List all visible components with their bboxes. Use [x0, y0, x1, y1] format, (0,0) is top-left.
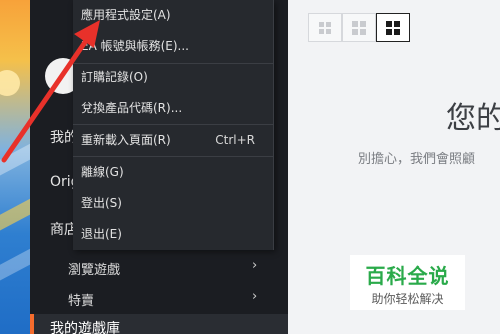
view-medium-grid-button[interactable]: [342, 13, 376, 42]
wallpaper-stripe: [0, 136, 30, 178]
page-title: 您的: [446, 101, 500, 136]
chevron-right-icon: ›: [252, 289, 258, 304]
view-small-grid-button[interactable]: [308, 13, 342, 42]
menu-item-reload-page[interactable]: 重新載入頁面(R) Ctrl+R: [81, 127, 269, 153]
menu-item-ea-account[interactable]: EA 帳號與帳務(E)...: [81, 33, 269, 59]
wallpaper-sun: [0, 70, 20, 96]
watermark-subtitle: 助你轻松解决: [371, 292, 444, 306]
large-grid-icon: [386, 21, 400, 35]
menu-item-label: 兌換產品代碼(R)...: [81, 101, 183, 115]
small-grid-icon: [318, 21, 332, 35]
sidebar-item-label: 我的遊戲庫: [50, 321, 120, 334]
wallpaper-stripe: [0, 191, 30, 233]
menu-item-label: 重新載入頁面(R): [81, 133, 171, 147]
chevron-right-icon: ›: [252, 258, 258, 273]
wallpaper-stripe: [0, 241, 30, 283]
menu-item-sign-out[interactable]: 登出(S): [81, 190, 269, 216]
watermark-title: 百科全说: [365, 264, 450, 288]
menu-separator: [73, 156, 274, 157]
menu-shortcut: Ctrl+R: [215, 133, 255, 147]
menu-item-label: EA 帳號與帳務(E)...: [81, 39, 189, 53]
desktop-wallpaper: [0, 0, 30, 334]
menu-item-app-settings[interactable]: 應用程式設定(A): [81, 2, 269, 28]
medium-grid-icon: [352, 21, 366, 35]
menu-item-order-history[interactable]: 訂購記錄(O): [81, 64, 269, 90]
menu-item-label: 訂購記錄(O): [81, 70, 148, 84]
menu-item-go-offline[interactable]: 離線(G): [81, 159, 269, 185]
menu-separator: [73, 124, 274, 125]
origin-dropdown-menu: 應用程式設定(A) EA 帳號與帳務(E)... 訂購記錄(O) 兌換產品代碼(…: [73, 0, 274, 250]
menu-item-exit[interactable]: 退出(E): [81, 221, 269, 247]
menu-item-label: 應用程式設定(A): [81, 8, 171, 22]
menu-item-label: 登出(S): [81, 196, 122, 210]
menu-item-redeem-code[interactable]: 兌換產品代碼(R)...: [81, 95, 269, 121]
view-large-grid-button[interactable]: [376, 13, 410, 42]
sidebar-item-deals[interactable]: 特賣: [68, 290, 94, 309]
sidebar-item-browse-games[interactable]: 瀏覽遊戲: [68, 259, 120, 278]
menu-item-label: 離線(G): [81, 165, 124, 179]
watermark-logo: 百科全说 助你轻松解决: [350, 255, 465, 310]
menu-item-label: 退出(E): [81, 227, 122, 241]
page-subtitle: 別擔心，我們會照顧: [358, 152, 476, 167]
sidebar-item-my-game-library[interactable]: 我的遊戲庫: [30, 314, 288, 334]
